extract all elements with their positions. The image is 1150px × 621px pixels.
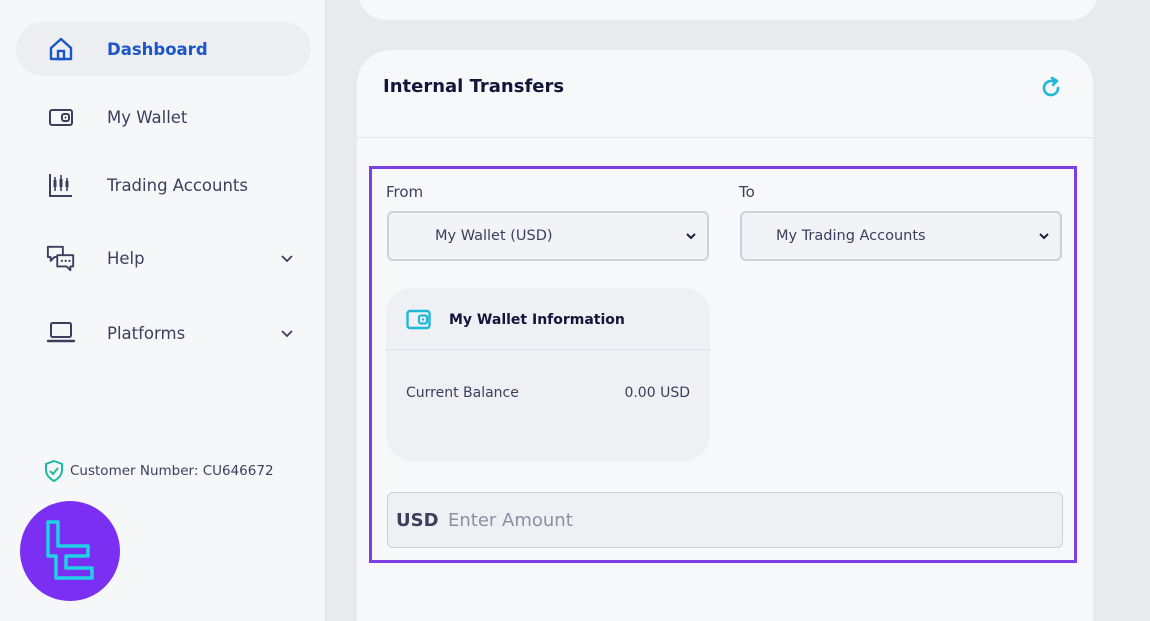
laptop-icon [46, 318, 76, 348]
sidebar-item-label: Platforms [107, 323, 186, 343]
wallet-info-header: My Wallet Information [386, 288, 710, 350]
to-select-value: My Trading Accounts [776, 228, 926, 244]
candlestick-icon [46, 170, 76, 200]
customer-number-text: Customer Number: CU646672 [70, 463, 274, 479]
sidebar-item-label: Help [107, 248, 145, 268]
wallet-info-panel: My Wallet Information Current Balance 0.… [386, 288, 710, 461]
balance-label: Current Balance [406, 385, 519, 401]
chevron-down-icon [686, 233, 696, 240]
sidebar-item-my-wallet[interactable]: My Wallet [16, 90, 311, 144]
chevron-down-icon [281, 330, 293, 338]
internal-transfers-card: Internal Transfers From My Wallet (USD) … [357, 50, 1093, 621]
amount-currency: USD [396, 509, 439, 531]
sidebar-item-trading-accounts[interactable]: Trading Accounts [16, 158, 311, 212]
chat-icon [46, 243, 76, 273]
sidebar: Dashboard My Wallet Trading Accounts Hel… [0, 0, 326, 621]
page-title: Internal Transfers [383, 76, 565, 97]
chevron-down-icon [1039, 233, 1049, 240]
balance-value: 0.00 USD [624, 385, 690, 401]
wallet-icon [46, 102, 76, 132]
sidebar-item-help[interactable]: Help [16, 231, 311, 285]
sidebar-item-dashboard[interactable]: Dashboard [16, 22, 311, 76]
sidebar-item-platforms[interactable]: Platforms [16, 306, 311, 360]
amount-input[interactable] [448, 503, 1048, 537]
sidebar-item-label: My Wallet [107, 107, 188, 127]
logo-icon [46, 520, 94, 580]
to-select[interactable]: My Trading Accounts [740, 211, 1062, 261]
sidebar-item-label: Dashboard [107, 39, 208, 59]
wallet-info-title: My Wallet Information [449, 312, 625, 328]
amount-field: USD [387, 492, 1063, 548]
brand-logo [20, 501, 120, 601]
from-select[interactable]: My Wallet (USD) [387, 211, 709, 261]
sidebar-item-label: Trading Accounts [107, 175, 248, 195]
from-select-value: My Wallet (USD) [435, 228, 553, 244]
wallet-icon [406, 309, 431, 330]
refresh-icon[interactable] [1039, 76, 1063, 100]
previous-card [358, 0, 1098, 20]
divider [357, 137, 1093, 138]
from-label: From [386, 183, 424, 201]
to-label: To [739, 183, 755, 201]
home-icon [46, 34, 76, 64]
shield-check-icon [45, 460, 63, 482]
chevron-down-icon [281, 255, 293, 263]
customer-number: Customer Number: CU646672 [44, 460, 274, 482]
